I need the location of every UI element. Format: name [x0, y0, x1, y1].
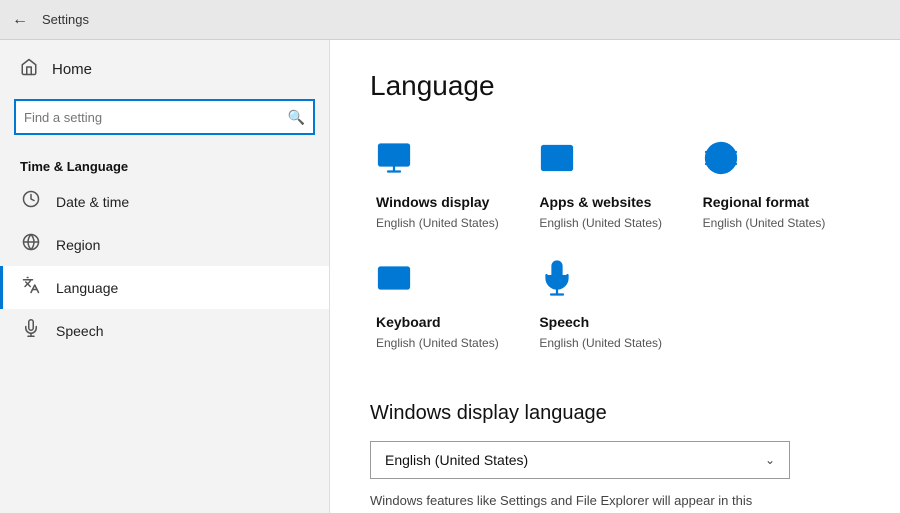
globe-detailed-icon — [703, 140, 739, 184]
apps-websites-subtitle: English (United States) — [539, 216, 662, 230]
keyboard-icon — [376, 260, 412, 304]
microphone-icon — [20, 319, 42, 342]
regional-format-subtitle: English (United States) — [703, 216, 826, 230]
display-language-description: Windows features like Settings and File … — [370, 491, 790, 513]
monitor-icon — [376, 140, 412, 184]
regional-format-option[interactable]: Regional format English (United States) — [697, 130, 860, 250]
main-layout: Home 🔍 Time & Language Date & time — [0, 40, 900, 513]
speech-grid-subtitle: English (United States) — [539, 336, 662, 350]
windows-display-title: Windows display — [376, 194, 489, 210]
keyboard-option[interactable]: Keyboard English (United States) — [370, 250, 533, 370]
search-box[interactable]: 🔍 — [14, 99, 315, 135]
title-bar: ← Settings — [0, 0, 900, 40]
sidebar-item-region[interactable]: Region — [0, 223, 329, 266]
search-input[interactable] — [24, 110, 288, 125]
search-container: 🔍 — [0, 91, 329, 149]
sidebar-item-speech[interactable]: Speech — [0, 309, 329, 352]
speech-label: Speech — [56, 323, 103, 339]
back-button[interactable]: ← — [12, 11, 28, 29]
speech-option[interactable]: Speech English (United States) — [533, 250, 696, 370]
apps-websites-title: Apps & websites — [539, 194, 651, 210]
windows-display-subtitle: English (United States) — [376, 216, 499, 230]
regional-format-title: Regional format — [703, 194, 810, 210]
region-label: Region — [56, 237, 100, 253]
clock-icon — [20, 190, 42, 213]
page-title: Language — [370, 70, 860, 102]
keyboard-title: Keyboard — [376, 314, 441, 330]
search-icon[interactable]: 🔍 — [288, 109, 305, 126]
chevron-down-icon: ⌄ — [765, 453, 775, 467]
apps-websites-option[interactable]: Apps & websites English (United States) — [533, 130, 696, 250]
sidebar-section-header: Time & Language — [0, 149, 329, 180]
sidebar-item-language[interactable]: Language — [0, 266, 329, 309]
windows-display-language-section-title: Windows display language — [370, 402, 860, 425]
display-language-dropdown[interactable]: English (United States) ⌄ — [370, 441, 790, 479]
date-time-label: Date & time — [56, 194, 129, 210]
sidebar: Home 🔍 Time & Language Date & time — [0, 40, 330, 513]
sidebar-item-date-time[interactable]: Date & time — [0, 180, 329, 223]
language-label: Language — [56, 280, 118, 296]
home-icon — [20, 58, 38, 81]
sidebar-item-home[interactable]: Home — [0, 48, 329, 91]
content-area: Language Windows display English (United… — [330, 40, 900, 513]
browser-icon — [539, 140, 575, 184]
language-icon — [20, 276, 42, 299]
windows-display-option[interactable]: Windows display English (United States) — [370, 130, 533, 250]
app-title: Settings — [42, 12, 89, 27]
globe-icon — [20, 233, 42, 256]
dropdown-value: English (United States) — [385, 452, 528, 468]
home-label: Home — [52, 61, 92, 78]
speech-grid-title: Speech — [539, 314, 589, 330]
keyboard-subtitle: English (United States) — [376, 336, 499, 350]
language-options-grid: Windows display English (United States) … — [370, 130, 860, 370]
speech-icon — [539, 260, 575, 304]
